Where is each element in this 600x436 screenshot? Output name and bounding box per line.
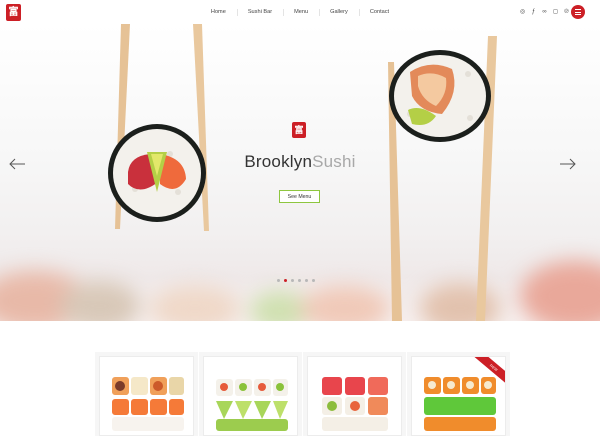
hero-title-bold: Brooklyn <box>244 152 313 171</box>
hero-content: 富 BrooklynSushi See Menu <box>0 24 600 321</box>
slide-dot-2[interactable] <box>284 279 287 282</box>
slide-dot-6[interactable] <box>312 279 315 282</box>
hero-title-light: Sushi <box>312 152 356 171</box>
salmon-roll-set-image <box>112 377 184 431</box>
main-nav: Home Sushi Bar Menu Gallery Contact <box>0 0 600 24</box>
foursquare-icon[interactable]: ƒ <box>530 7 537 16</box>
green-tobiko-roll-set-image <box>424 377 496 431</box>
pinterest-icon[interactable]: ℗ <box>563 7 570 16</box>
hero-slider: 富 BrooklynSushi See Menu <box>0 24 600 321</box>
hero-logo-glyph: 富 <box>294 124 304 135</box>
hero-logo: 富 <box>292 122 306 138</box>
slide-dot-3[interactable] <box>291 279 294 282</box>
social-links: ◎ ƒ ∞ ◻ ℗ <box>519 7 570 16</box>
product-card-tuna-roll-set[interactable] <box>307 356 402 436</box>
slide-dot-1[interactable] <box>277 279 280 282</box>
arrow-right-icon[interactable] <box>559 157 577 171</box>
products-section <box>0 321 600 432</box>
product-card-salmon-roll-set[interactable] <box>99 356 194 436</box>
hamburger-menu-button[interactable] <box>571 5 585 19</box>
see-menu-button[interactable]: See Menu <box>279 190 320 203</box>
slide-dot-5[interactable] <box>305 279 308 282</box>
slide-dot-4[interactable] <box>298 279 301 282</box>
site-header: 富 Home Sushi Bar Menu Gallery Contact ◎ … <box>0 0 600 24</box>
slider-pagination <box>277 279 315 282</box>
hero-title: BrooklynSushi <box>0 152 600 172</box>
hamburger-icon <box>575 9 581 11</box>
tripadvisor-icon[interactable]: ∞ <box>541 7 548 16</box>
tuna-roll-set-image <box>322 377 388 431</box>
product-card-green-tobiko-roll-set[interactable]: new <box>411 356 506 436</box>
nav-item-gallery[interactable]: Gallery <box>319 0 359 24</box>
whatsapp-icon[interactable]: ◎ <box>519 7 526 16</box>
nav-item-contact[interactable]: Contact <box>358 0 400 24</box>
product-card-avocado-roll-set[interactable] <box>203 356 298 436</box>
arrow-left-icon[interactable] <box>8 157 26 171</box>
avocado-roll-set-image <box>216 379 288 431</box>
nav-item-sushi-bar[interactable]: Sushi Bar <box>236 0 283 24</box>
nav-item-home[interactable]: Home <box>200 0 237 24</box>
instagram-icon[interactable]: ◻ <box>552 7 559 16</box>
nav-item-menu[interactable]: Menu <box>283 0 319 24</box>
